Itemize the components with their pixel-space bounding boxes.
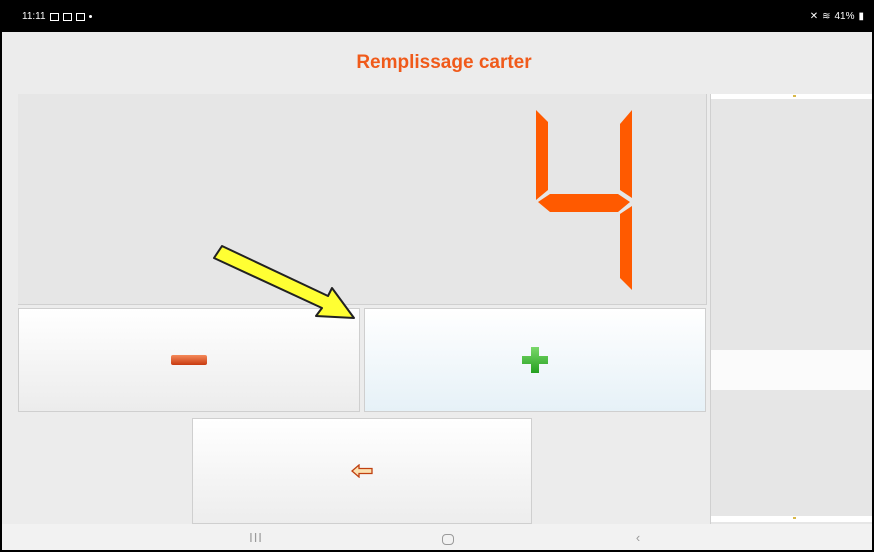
- status-right: ✕ ≋ 41% ▮: [810, 11, 864, 22]
- app-frame: 11:11 ✕ ≋ 41% ▮ Remplissage carter 4: [0, 0, 874, 552]
- recents-nav-button[interactable]: III: [236, 530, 276, 545]
- status-time: 11:11: [22, 11, 46, 22]
- status-left: 11:11: [22, 11, 92, 22]
- segment-middle: [538, 194, 630, 212]
- segment-lower-right: [620, 206, 632, 290]
- system-nav-bar: III ‹: [2, 524, 872, 550]
- counter-display: 4: [18, 94, 707, 305]
- annotation-arrow-icon: [213, 245, 355, 319]
- plus-icon: [522, 347, 548, 373]
- segment-upper-right: [620, 110, 632, 198]
- status-bar: 11:11 ✕ ≋ 41% ▮: [2, 2, 872, 32]
- side-panel-bottom-strip: [711, 516, 872, 522]
- seven-segment-digit: [536, 110, 632, 290]
- page-title: Remplissage carter: [356, 52, 532, 73]
- back-button[interactable]: [192, 418, 532, 524]
- gallery-notification-icon: [49, 12, 59, 21]
- video-notification-icon: [75, 12, 85, 21]
- battery-level: 41%: [834, 11, 855, 22]
- home-nav-button[interactable]: [428, 530, 468, 548]
- minus-icon: [171, 355, 207, 365]
- home-icon: [442, 534, 454, 545]
- back-nav-button[interactable]: ‹: [618, 530, 658, 545]
- increase-button[interactable]: [364, 308, 706, 412]
- side-panel: [710, 94, 872, 524]
- side-panel-band: [711, 350, 872, 390]
- mute-icon: ✕: [809, 11, 819, 22]
- back-arrow-icon: [351, 464, 373, 478]
- side-panel-top-strip: [711, 94, 872, 99]
- battery-icon: ▮: [858, 11, 864, 22]
- wifi-icon: ≋: [822, 11, 831, 22]
- segment-upper-left: [536, 110, 548, 200]
- image-notification-icon: [62, 12, 72, 21]
- more-notifications-icon: [88, 15, 92, 18]
